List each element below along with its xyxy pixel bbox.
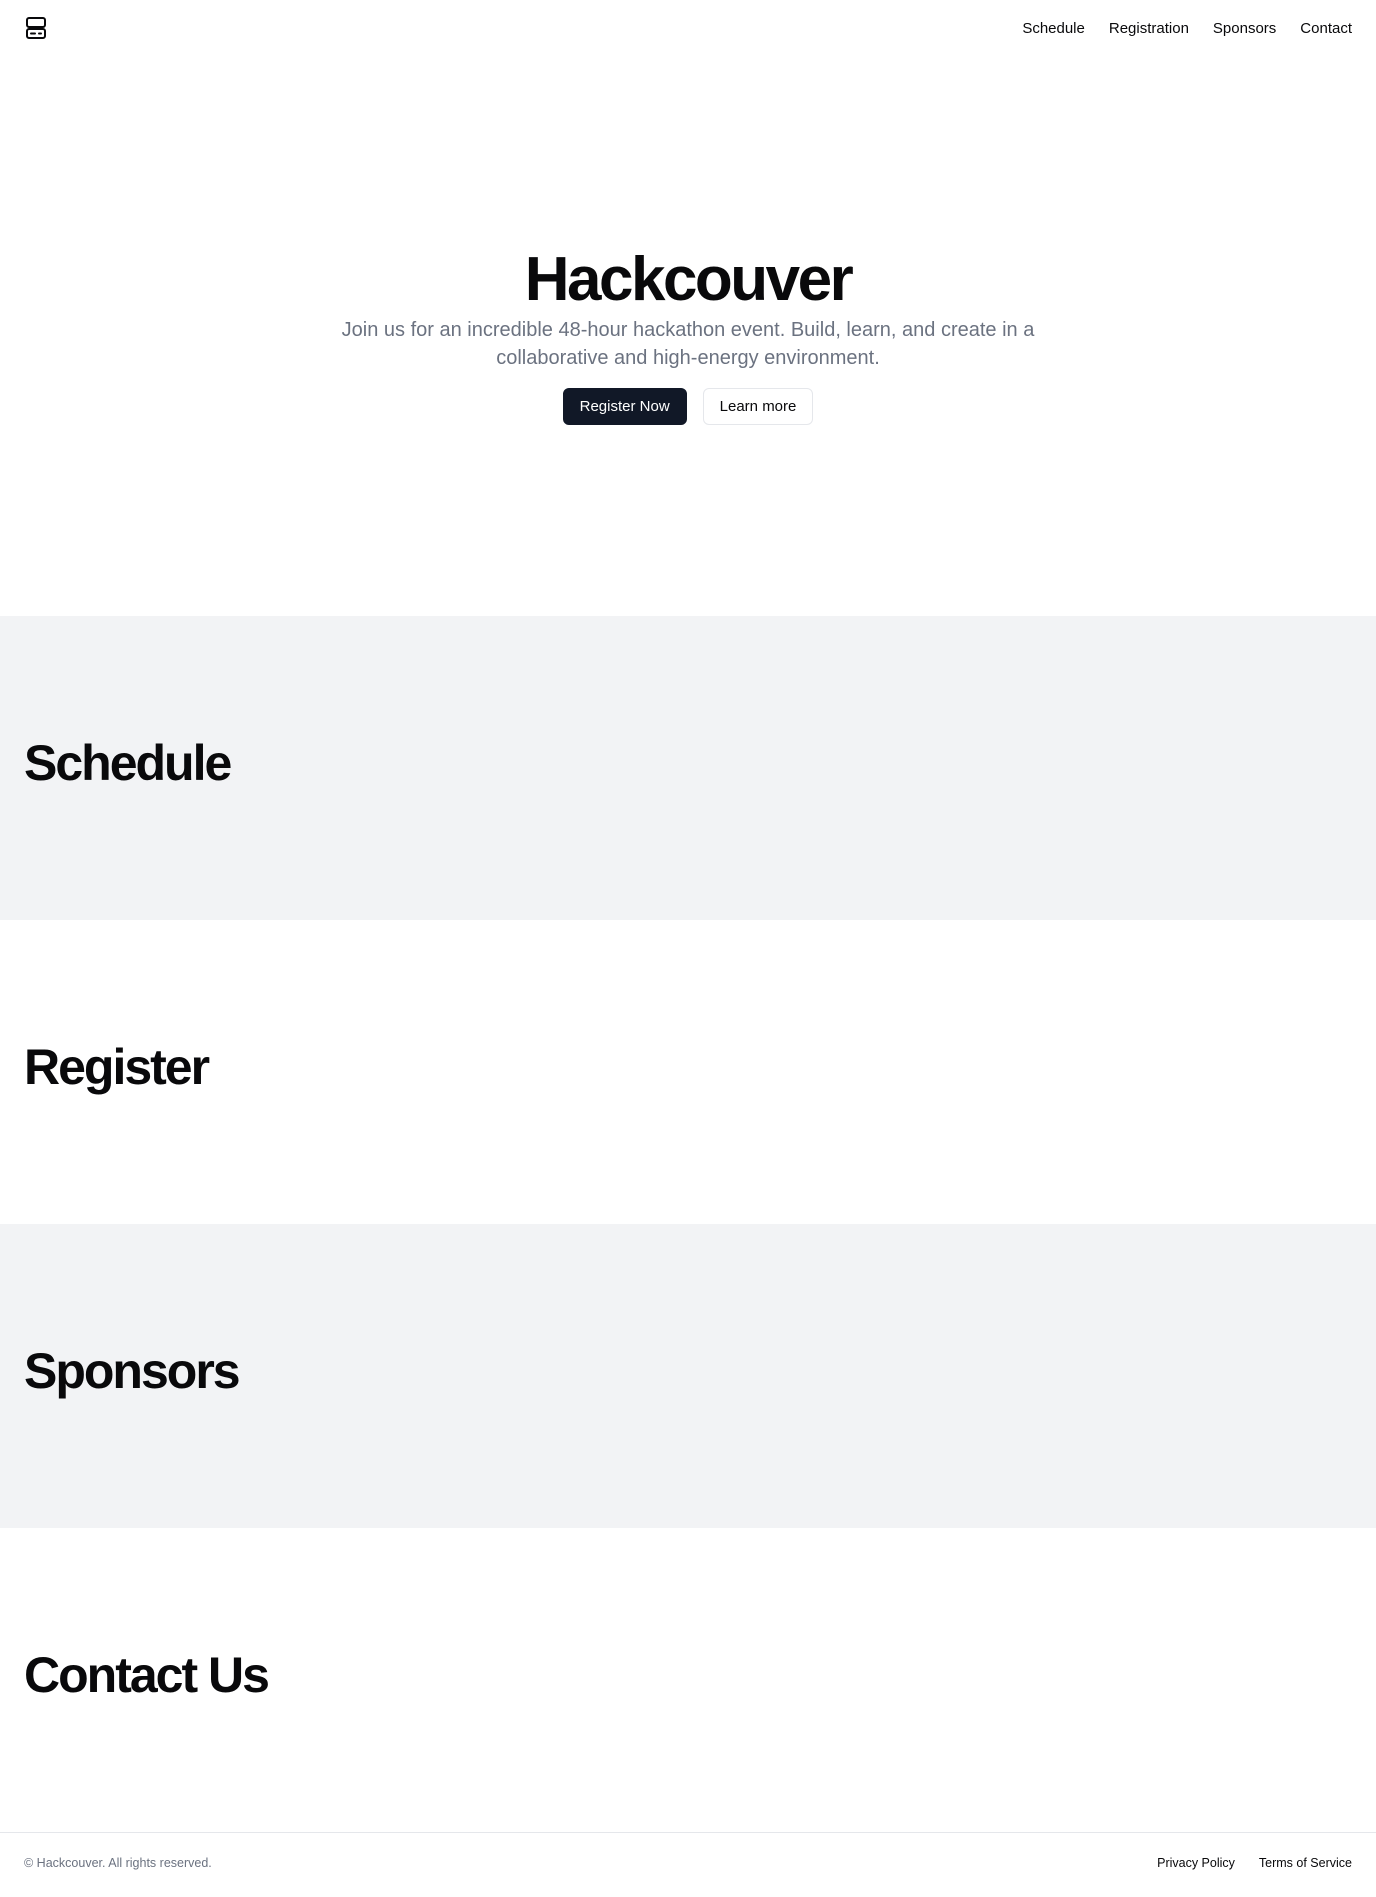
hero-title: Hackcouver [524,245,854,314]
hero-buttons: Register Now Learn more [562,388,814,426]
hero-subtitle: Join us for an incredible 48-hour hackat… [341,319,1035,370]
register-section: Register [0,920,1376,1224]
footer-links: Privacy Policy Terms of Service [1157,1856,1352,1870]
register-now-button[interactable]: Register Now [562,388,687,426]
register-heading: Register [24,1039,210,1095]
copyright-text: © Hackcouver. All rights reserved. [24,1856,212,1870]
schedule-heading: Schedule [24,735,232,791]
site-header: Schedule Registration Sponsors Contact [0,0,1376,56]
nav-link-sponsors[interactable]: Sponsors [1213,20,1276,37]
server-icon [26,17,46,39]
page: Schedule Registration Sponsors Contact H… [0,0,1376,1897]
schedule-section: Schedule [0,616,1376,920]
privacy-policy-link[interactable]: Privacy Policy [1157,1856,1235,1870]
hero-section: Hackcouver Join us for an incredible 48-… [0,56,1376,616]
terms-of-service-link[interactable]: Terms of Service [1259,1856,1352,1870]
sponsors-section: Sponsors [0,1224,1376,1528]
nav-link-contact[interactable]: Contact [1300,20,1352,37]
site-footer: © Hackcouver. All rights reserved. Priva… [0,1832,1376,1893]
main-nav: Schedule Registration Sponsors Contact [1022,20,1352,37]
logo-link[interactable] [24,16,48,40]
contact-heading: Contact Us [24,1647,270,1703]
learn-more-button[interactable]: Learn more [702,388,814,426]
nav-link-registration[interactable]: Registration [1109,20,1189,37]
contact-section: Contact Us [0,1528,1376,1832]
sponsors-heading: Sponsors [24,1343,241,1399]
nav-link-schedule[interactable]: Schedule [1022,20,1085,37]
